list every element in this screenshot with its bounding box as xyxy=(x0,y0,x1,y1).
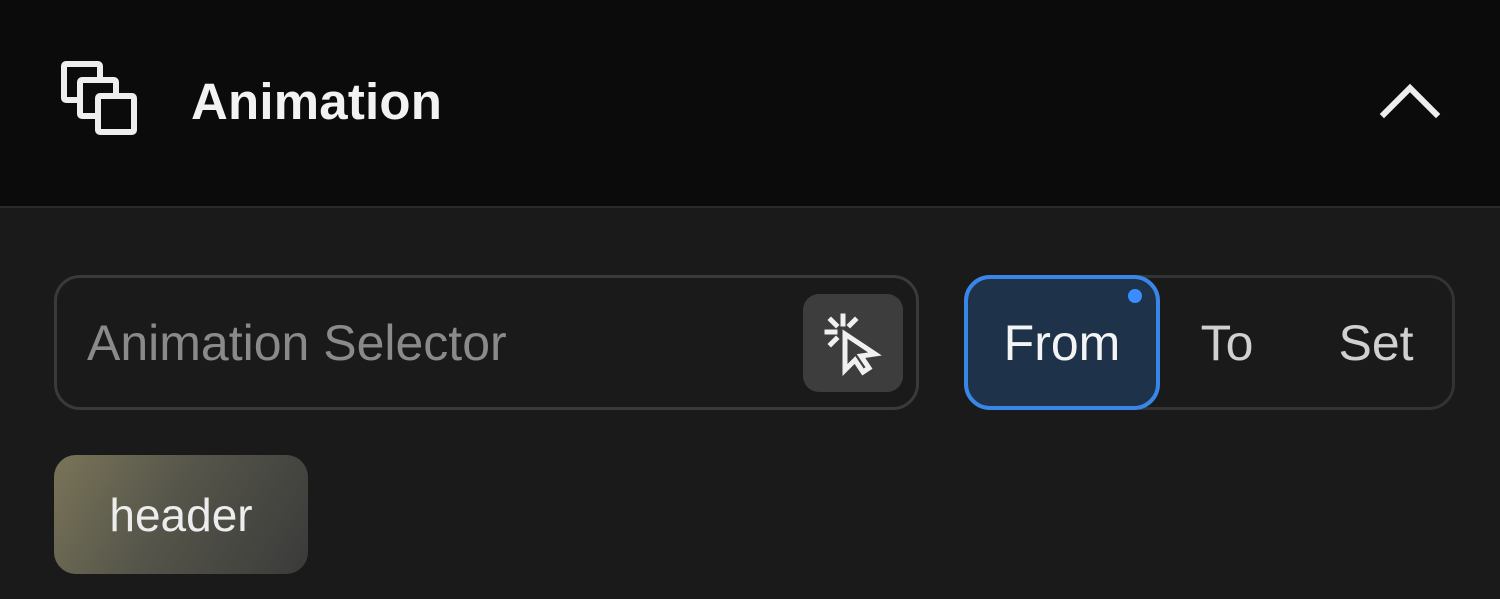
animation-selector-input[interactable] xyxy=(87,308,787,378)
animation-mode-toggle: From To Set xyxy=(964,275,1455,410)
active-indicator-dot xyxy=(1128,289,1142,303)
element-picker-button[interactable] xyxy=(803,294,903,392)
animation-selector-field[interactable] xyxy=(54,275,919,410)
selector-tag-label: header xyxy=(109,488,253,541)
mode-from-label: From xyxy=(1003,314,1121,371)
mode-set-label: Set xyxy=(1338,314,1414,371)
mode-set-button[interactable]: Set xyxy=(1297,275,1455,410)
selector-tag-chip[interactable]: header xyxy=(54,455,308,574)
mode-to-button[interactable]: To xyxy=(1160,275,1294,410)
mode-to-label: To xyxy=(1200,314,1254,371)
layers-icon xyxy=(61,61,137,135)
animation-panel: Animation From xyxy=(0,0,1500,599)
mode-from-button[interactable]: From xyxy=(964,275,1160,410)
element-picker-icon xyxy=(824,313,882,376)
panel-title: Animation xyxy=(191,73,443,130)
collapse-button[interactable] xyxy=(1370,70,1450,130)
chevron-up-icon xyxy=(1379,83,1441,119)
panel-header[interactable]: Animation xyxy=(0,0,1500,208)
